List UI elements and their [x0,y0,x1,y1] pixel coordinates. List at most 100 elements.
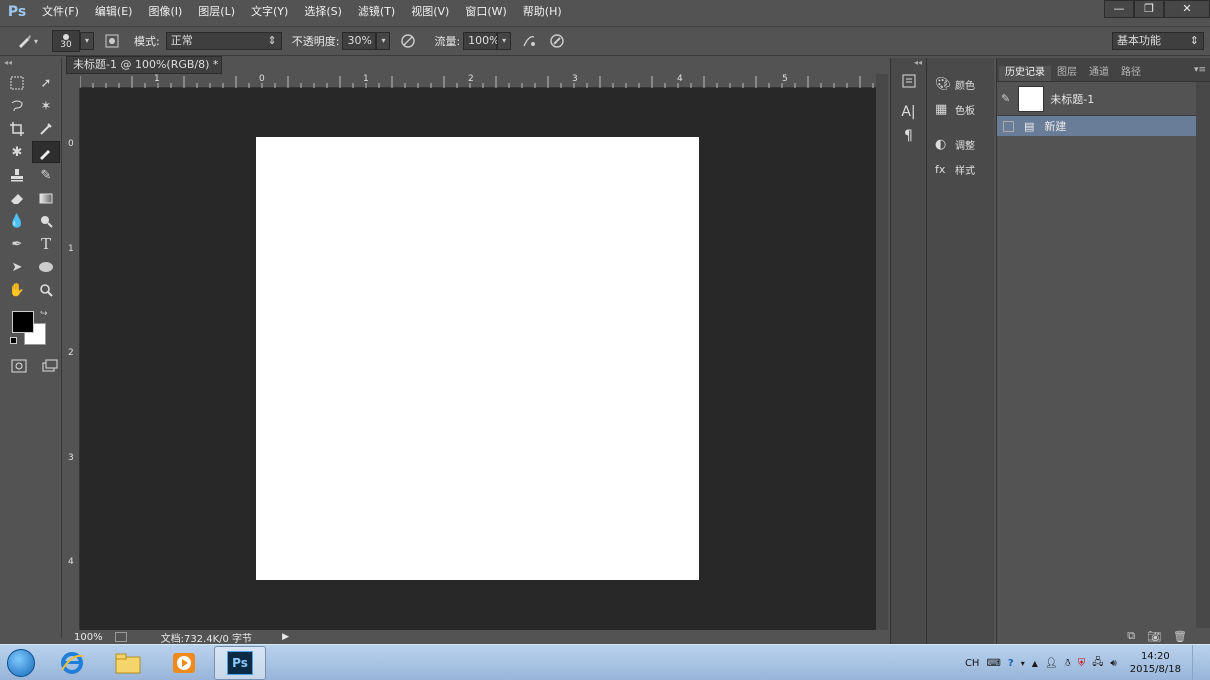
healing-brush-tool-icon[interactable]: ✱ [3,141,31,163]
default-colors-icon[interactable] [10,337,17,344]
color-panel-button[interactable]: 🎨︎ 颜色 [927,72,994,97]
screen-mode-icon[interactable] [40,355,62,377]
history-brush-source-icon[interactable]: ✎ [1001,92,1010,105]
collapse-toolbox-icon[interactable]: ◂◂ [0,58,61,68]
tab-layers[interactable]: 图层 [1051,66,1083,81]
quick-mask-icon[interactable] [8,355,30,377]
menu-edit[interactable]: 编辑(E) [87,0,141,24]
menu-help[interactable]: 帮助(H) [515,0,570,24]
taskbar-explorer[interactable] [102,646,154,680]
hand-tool-icon[interactable]: ✋ [3,279,31,301]
document-tab[interactable]: 未标题-1 @ 100%(RGB/8) * × [66,56,222,87]
system-clock[interactable]: 14:20 2015/8/18 [1130,650,1181,676]
opacity-input[interactable]: 30% [342,32,377,50]
swap-colors-icon[interactable]: ↪ [40,309,48,319]
trash-icon[interactable]: 🗑︎ [1173,630,1187,643]
pressure-size-icon[interactable] [547,31,567,51]
brush-tool-preset-icon[interactable] [14,31,34,51]
eraser-tool-icon[interactable] [3,187,31,209]
document-canvas[interactable] [256,137,699,580]
dodge-tool-icon[interactable] [32,210,60,232]
tab-channels[interactable]: 通道 [1083,66,1115,81]
character-panel-icon[interactable]: A| [891,104,926,128]
pen-tool-icon[interactable]: ✒ [3,233,31,255]
foreground-color-swatch[interactable] [12,311,34,333]
camera-icon[interactable]: 📷︎ [1147,630,1161,643]
path-selection-tool-icon[interactable]: ➤ [3,256,31,278]
panel-grip[interactable] [927,122,994,132]
volume-icon[interactable]: 🔊︎ [1110,658,1116,669]
new-document-from-state-icon[interactable]: ⧉ [1127,629,1135,643]
move-tool-icon[interactable]: ➚ [32,72,60,94]
marquee-tool-icon[interactable] [3,72,31,94]
pressure-opacity-icon[interactable] [398,31,418,51]
zoom-tool-icon[interactable] [32,279,60,301]
history-panel-icon[interactable] [891,74,926,94]
chevron-down-icon[interactable]: ▾ [34,37,38,46]
vertical-ruler[interactable]: 0 1 2 3 4 [64,88,80,630]
help-icon[interactable]: ? [1008,658,1014,669]
paragraph-panel-icon[interactable]: ¶ [891,128,926,148]
qq-user-icon[interactable]: 👤︎ [1045,658,1058,669]
history-scrollbar[interactable] [1196,82,1210,628]
language-bar-options-icon[interactable]: ▾ [1021,659,1025,668]
brush-tool-icon[interactable] [32,141,60,163]
airbrush-icon[interactable] [519,31,539,51]
input-language[interactable]: CH [965,658,980,669]
flow-dropdown-button[interactable]: ▾ [497,32,512,50]
blur-tool-icon[interactable]: 💧 [3,210,31,232]
workspace-select[interactable]: 基本功能 ⇕ [1112,32,1204,50]
menu-type[interactable]: 文字(Y) [243,0,296,24]
adjustments-panel-button[interactable]: ◐ 调整 [927,132,994,157]
taskbar-photoshop[interactable]: Ps [214,645,266,680]
crop-tool-icon[interactable] [3,118,31,140]
keyboard-icon[interactable]: ⌨ [986,658,1000,669]
collapse-panels-icon[interactable]: ◂◂ [891,58,926,68]
canvas-area[interactable] [80,88,876,630]
menu-window[interactable]: 窗口(W) [457,0,514,24]
history-source-checkbox[interactable] [1003,120,1014,132]
close-button[interactable]: ✕ [1164,0,1210,18]
show-hidden-icons-icon[interactable]: ▲ [1032,659,1038,668]
zoom-level[interactable]: 100% [74,632,103,643]
menu-filter[interactable]: 滤镜(T) [350,0,403,24]
tab-history[interactable]: 历史记录 [999,66,1051,81]
tab-paths[interactable]: 路径 [1115,66,1147,81]
swatches-panel-button[interactable]: ▦ 色板 [927,97,994,122]
menu-image[interactable]: 图像(I) [140,0,190,24]
styles-panel-button[interactable]: fx 样式 [927,157,994,182]
vertical-scrollbar[interactable] [876,74,888,630]
network-icon[interactable]: 🖧︎ [1092,655,1103,672]
flow-input[interactable]: 100% [463,32,500,50]
ellipse-tool-icon[interactable] [32,256,60,278]
mode-select[interactable]: 正常 ⇕ [165,32,282,50]
clone-stamp-tool-icon[interactable] [3,164,31,186]
eyedropper-tool-icon[interactable] [32,118,60,140]
show-desktop-button[interactable] [1192,645,1204,680]
opacity-dropdown-button[interactable]: ▾ [376,32,391,50]
menu-view[interactable]: 视图(V) [403,0,457,24]
status-menu-arrow-icon[interactable]: ▶ [282,632,289,642]
gradient-tool-icon[interactable] [32,187,60,209]
history-brush-tool-icon[interactable]: ✎ [32,164,60,186]
panel-grip[interactable] [927,58,994,72]
brush-size-dropdown-button[interactable]: ▾ [80,32,95,50]
type-tool-icon[interactable]: T [32,233,60,255]
panel-menu-icon[interactable]: ▾≡ [1194,65,1210,75]
taskbar-ie[interactable] [46,646,98,680]
brush-panel-toggle-icon[interactable] [102,31,122,51]
qq-icon[interactable]: 🐧︎ [1065,657,1071,670]
restore-button[interactable]: ❐ [1134,0,1164,18]
start-button[interactable] [0,646,42,680]
menu-layer[interactable]: 图层(L) [190,0,243,24]
menu-file[interactable]: 文件(F) [34,0,87,24]
security-alert-icon[interactable]: ⛨ [1078,658,1086,669]
lasso-tool-icon[interactable] [3,95,31,117]
taskbar-media-player[interactable] [158,646,210,680]
menu-select[interactable]: 选择(S) [296,0,350,24]
status-export-icon[interactable] [114,632,127,642]
minimize-button[interactable]: — [1104,0,1134,18]
brush-size-picker[interactable]: 30 [52,30,81,52]
horizontal-ruler[interactable]: 1 0 1 2 3 4 5 [80,74,876,88]
history-state-row[interactable]: ▤ 新建 [997,116,1210,136]
